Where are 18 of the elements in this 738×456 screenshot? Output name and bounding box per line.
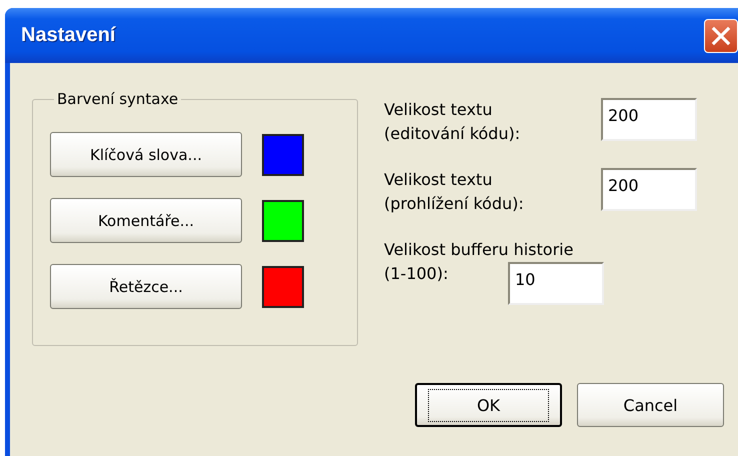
- group-title: Barvení syntaxe: [56, 90, 180, 108]
- field-label: (prohlížení kódu):: [384, 193, 524, 215]
- color-button[interactable]: Komentáře...: [50, 198, 242, 243]
- color-button[interactable]: Řetězce...: [50, 264, 242, 309]
- field-label: Velikost textu: [384, 169, 492, 191]
- dialog-button[interactable]: OK: [415, 383, 562, 427]
- input-field[interactable]: 200: [601, 98, 697, 141]
- color-button[interactable]: Klíčová slova...: [50, 132, 242, 177]
- field-label: (editování kódu):: [384, 123, 520, 145]
- field-label: Velikost bufferu historie: [384, 239, 574, 261]
- window-title: Nastavení: [21, 24, 116, 47]
- input-field[interactable]: 200: [601, 168, 697, 211]
- input-field[interactable]: 10: [508, 262, 604, 305]
- field-label: (1-100):: [384, 263, 450, 285]
- dialog-button[interactable]: Cancel: [577, 383, 724, 427]
- close-button[interactable]: [704, 18, 738, 52]
- field-label: Velikost textu: [384, 99, 492, 121]
- close-icon: [710, 24, 732, 46]
